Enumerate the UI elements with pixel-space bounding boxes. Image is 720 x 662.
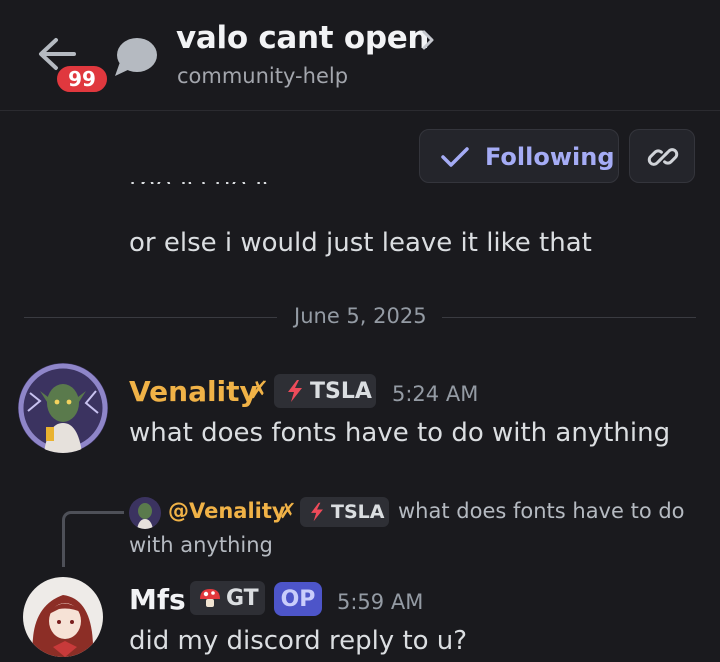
reply-guild-tag[interactable]: TSLA: [300, 497, 389, 527]
divider-line-right: [442, 317, 696, 318]
following-label: Following: [485, 143, 615, 171]
op-badge: OP: [274, 582, 322, 616]
chevron-right-icon[interactable]: [418, 28, 438, 52]
reply-mention[interactable]: @Venality: [168, 499, 286, 523]
copy-link-button[interactable]: [629, 129, 695, 183]
name-mark: ✗: [249, 376, 270, 404]
reply-preview-line1[interactable]: what does fonts have to do: [398, 499, 685, 523]
guild-tag-venality[interactable]: TSLA: [274, 374, 376, 408]
username-mfs[interactable]: Mfs: [129, 583, 186, 616]
guild-tag-label: GT: [226, 585, 259, 611]
avatar-mfs[interactable]: [23, 577, 103, 657]
thread-header: 99 valo cant open community-help: [0, 0, 720, 111]
date-divider: June 5, 2025: [294, 304, 427, 328]
check-icon: [441, 147, 469, 167]
mushroom-icon: [200, 589, 220, 607]
reply-name-mark: ✗: [279, 499, 297, 523]
guild-tag-mfs[interactable]: GT: [190, 581, 265, 615]
timestamp: 5:24 AM: [392, 382, 479, 406]
message-text: or else i would just leave it like that: [129, 228, 592, 258]
avatar-venality[interactable]: [18, 363, 108, 453]
lightning-icon: [311, 502, 323, 522]
timestamp: 5:59 AM: [337, 590, 424, 614]
unread-badge: 99: [54, 63, 110, 95]
reply-avatar[interactable]: [129, 497, 161, 529]
scroll-fade: [0, 184, 720, 202]
message-text: did my discord reply to u?: [129, 626, 468, 656]
thread-title[interactable]: valo cant open: [176, 20, 430, 56]
reply-preview-line2[interactable]: with anything: [129, 533, 273, 557]
guild-tag-label: TSLA: [310, 378, 372, 404]
following-button[interactable]: Following: [419, 129, 619, 183]
thread-bubble-icon: [115, 38, 157, 76]
username-venality[interactable]: Venality: [129, 375, 258, 408]
link-icon: [647, 148, 679, 166]
channel-name[interactable]: community-help: [177, 64, 348, 88]
divider-line-left: [24, 317, 277, 318]
message-text: what does fonts have to do with anything: [129, 418, 671, 448]
reply-spine: [62, 511, 124, 567]
reply-guild-tag-label: TSLA: [331, 501, 385, 523]
lightning-icon: [288, 380, 302, 402]
